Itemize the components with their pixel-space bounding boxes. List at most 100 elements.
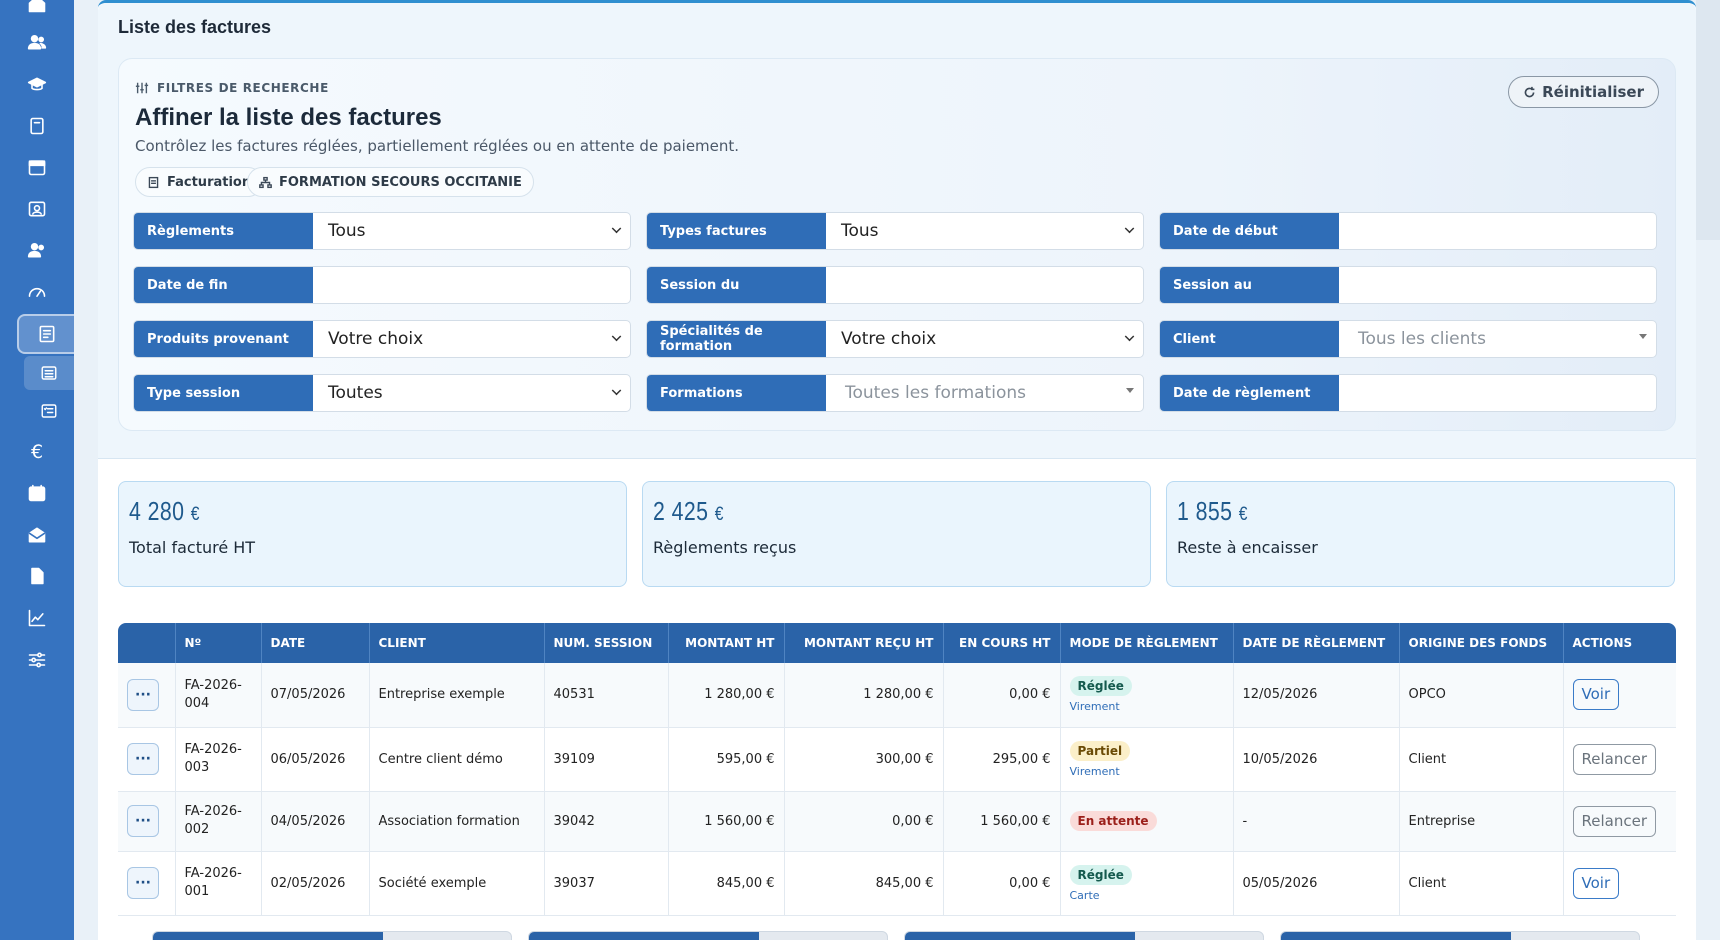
date-input[interactable]: [1339, 267, 1656, 303]
row-menu-button[interactable]: ···: [127, 743, 159, 775]
filter-types-factures[interactable]: Types factures Tous: [646, 212, 1144, 250]
home-icon[interactable]: [0, 0, 74, 22]
row-menu-cell: ···: [118, 791, 176, 852]
invoice-montant-ht: 1 560,00 €: [668, 791, 785, 852]
filter-session-du[interactable]: Session du: [646, 266, 1144, 304]
filters-description: Contrôlez les factures réglées, partiell…: [135, 137, 740, 155]
envelope-open-icon[interactable]: [0, 517, 74, 553]
row-menu-cell: ···: [118, 851, 176, 916]
bottom-card: [1280, 931, 1640, 940]
graduation-cap-icon[interactable]: [0, 67, 74, 103]
euro-icon[interactable]: €: [0, 434, 74, 470]
invoice-icon[interactable]: [17, 314, 74, 354]
filter-date-fin[interactable]: Date de fin: [133, 266, 631, 304]
chevron-down-icon: [611, 223, 622, 234]
bottom-card: [904, 931, 1264, 940]
invoice-client: Société exemple: [369, 851, 545, 916]
col-header-session[interactable]: NUM. SESSION: [544, 623, 669, 663]
select-value: Votre choix: [328, 329, 424, 349]
bottom-card: [528, 931, 888, 940]
filter-select-value[interactable]: Tous: [313, 213, 630, 249]
stat-total-facture: 4 280 € Total facturé HT: [118, 481, 627, 587]
filter-select-value[interactable]: Votre choix: [826, 321, 1143, 357]
users-icon[interactable]: [0, 24, 74, 60]
col-header-num[interactable]: Nº: [175, 623, 262, 663]
relancer-button[interactable]: Relancer: [1572, 805, 1656, 837]
sitemap-icon: [259, 176, 272, 188]
dashboard-gauge-icon[interactable]: [0, 274, 74, 310]
id-card-icon[interactable]: [0, 191, 74, 227]
filter-date-reglement[interactable]: Date de règlement: [1159, 374, 1657, 412]
date-input[interactable]: [313, 267, 630, 303]
col-header-en-cours[interactable]: EN COURS HT: [943, 623, 1061, 663]
sliders-icon[interactable]: [0, 642, 74, 678]
invoice-number-prefix: FA-2026-: [184, 677, 242, 693]
col-header-montant-recu[interactable]: MONTANT REÇU HT: [784, 623, 944, 663]
chevron-down-icon: [611, 385, 622, 396]
date-input[interactable]: [1339, 375, 1656, 411]
invoice-mode-cell: Partiel Virement: [1060, 727, 1234, 792]
filter-label: Date de début: [1160, 213, 1339, 249]
col-header-date[interactable]: DATE: [261, 623, 370, 663]
status-badge: Réglée: [1069, 864, 1132, 885]
invoice-date-reglement: 05/05/2026: [1233, 851, 1400, 916]
col-header-montant-ht[interactable]: MONTANT HT: [668, 623, 785, 663]
calendar-icon[interactable]: [0, 149, 74, 185]
invoice-session: 39109: [544, 727, 669, 792]
row-menu-button[interactable]: ···: [127, 867, 159, 899]
filter-produits[interactable]: Produits provenant Votre choix: [133, 320, 631, 358]
filter-specialites[interactable]: Spécialités de formation Votre choix: [646, 320, 1144, 358]
table-row: ··· FA-2026- 002 04/05/2026 Association f…: [118, 791, 1676, 852]
filter-select-value[interactable]: Tous: [826, 213, 1143, 249]
filter-client[interactable]: Client Tous les clients: [1159, 320, 1657, 358]
table-row: ··· FA-2026- 003 06/05/2026 Centre client…: [118, 727, 1676, 792]
row-menu-button[interactable]: ···: [127, 805, 159, 837]
row-menu-cell: ···: [118, 727, 176, 792]
relancer-button[interactable]: Relancer: [1572, 743, 1656, 775]
voir-button[interactable]: Voir: [1572, 679, 1620, 711]
formations-combobox[interactable]: Toutes les formations: [826, 375, 1143, 411]
filter-formations[interactable]: Formations Toutes les formations: [646, 374, 1144, 412]
invoice-date-reglement: 12/05/2026: [1233, 663, 1400, 728]
chip-organisation-label: FORMATION SECOURS OCCITANIE: [279, 174, 522, 190]
invoice-date: 02/05/2026: [261, 851, 370, 916]
checklist-icon[interactable]: [24, 394, 74, 428]
col-header-mode[interactable]: MODE DE RÈGLEMENT: [1060, 623, 1234, 663]
date-input[interactable]: [1339, 213, 1656, 249]
col-header-origine[interactable]: ORIGINE DES FONDS: [1399, 623, 1564, 663]
calendar-alt-icon[interactable]: [0, 475, 74, 511]
stat-reglements-recus: 2 425 € Règlements reçus: [642, 481, 1151, 587]
filter-label: Date de fin: [134, 267, 313, 303]
chart-line-icon[interactable]: [0, 600, 74, 636]
filter-label: Formations: [647, 375, 826, 411]
filter-type-session[interactable]: Type session Toutes: [133, 374, 631, 412]
team-icon[interactable]: [0, 232, 74, 268]
filter-select-value[interactable]: Votre choix: [313, 321, 630, 357]
invoice-number: FA-2026- 003: [175, 727, 262, 792]
invoice-session: 39037: [544, 851, 669, 916]
col-header-date-reglement[interactable]: DATE DE RÈGLEMENT: [1233, 623, 1400, 663]
combo-placeholder: Tous les clients: [1358, 329, 1486, 349]
client-combobox[interactable]: Tous les clients: [1339, 321, 1656, 357]
chevron-down-icon: [1124, 331, 1135, 342]
filter-label: Produits provenant: [134, 321, 313, 357]
row-menu-button[interactable]: ···: [127, 678, 159, 711]
invoice-number-prefix: FA-2026-: [184, 803, 242, 819]
filter-select-value[interactable]: Toutes: [313, 375, 630, 411]
invoice-date-reglement: 10/05/2026: [1233, 727, 1400, 792]
filters-kicker-label: FILTRES DE RECHERCHE: [157, 81, 329, 95]
filter-session-au[interactable]: Session au: [1159, 266, 1657, 304]
col-header-client[interactable]: CLIENT: [369, 623, 545, 663]
file-icon[interactable]: [0, 558, 74, 594]
stat-currency: €: [714, 504, 724, 525]
voir-button[interactable]: Voir: [1572, 867, 1620, 899]
bottom-card-header: [1281, 932, 1511, 940]
filter-reglements[interactable]: Règlements Tous: [133, 212, 631, 250]
list-icon[interactable]: [24, 356, 74, 390]
date-input[interactable]: [826, 267, 1143, 303]
filter-date-debut[interactable]: Date de début: [1159, 212, 1657, 250]
invoice-number-prefix: FA-2026-: [184, 741, 242, 757]
reset-button[interactable]: Réinitialiser: [1508, 76, 1659, 108]
book-icon[interactable]: [0, 108, 74, 144]
filter-label: Type session: [134, 375, 313, 411]
